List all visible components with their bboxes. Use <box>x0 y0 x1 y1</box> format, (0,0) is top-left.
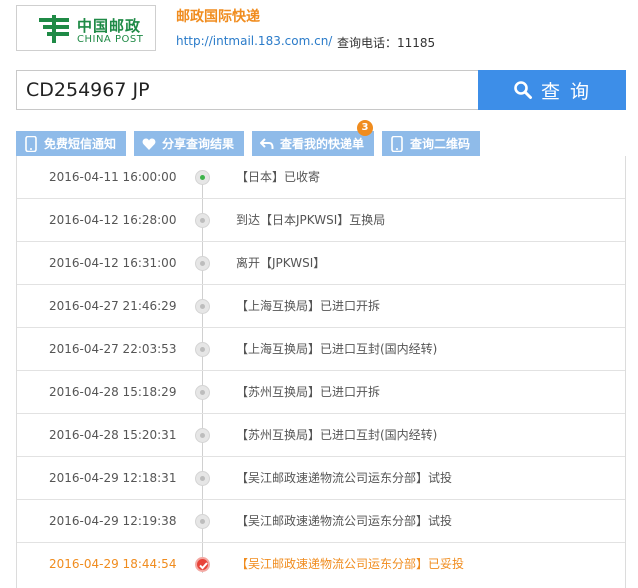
search-button-label: 查 询 <box>540 80 592 103</box>
hotline-text: 查询电话：11185 <box>337 36 436 50</box>
timeline-row: 2016-04-27 22:03:53 【上海互换局】已进口互封(国内经转) <box>17 328 625 371</box>
event-description: 【吴江邮政速递物流公司运东分部】试投 <box>236 471 453 485</box>
event-description: 到达【日本JPKWSI】互换局 <box>236 213 386 227</box>
timeline-row: 2016-04-29 12:18:31 【吴江邮政速递物流公司运东分部】试投 <box>17 457 625 500</box>
event-time: 2016-04-28 15:20:31 <box>49 428 177 442</box>
phone-icon <box>25 135 37 152</box>
status-dot-icon <box>195 213 210 228</box>
tracking-timeline: 2016-04-11 16:00:00 【日本】已收寄 2016-04-12 1… <box>16 156 626 588</box>
timeline-row-delivered: 2016-04-29 18:44:54 【吴江邮政速递物流公司运东分部】已妥投 <box>17 543 625 586</box>
shipment-count-badge: 3 <box>357 120 373 136</box>
event-description: 【苏州互换局】已进口开拆 <box>236 385 381 399</box>
status-dot-icon <box>195 256 210 271</box>
tab-qr-code[interactable]: 查询二维码 <box>382 131 480 156</box>
timeline-row: 2016-04-28 15:20:31 【苏州互换局】已进口互封(国内经转) <box>17 414 625 457</box>
event-time: 2016-04-27 22:03:53 <box>49 342 177 356</box>
status-dot-icon <box>195 428 210 443</box>
status-dot-icon <box>195 514 210 529</box>
site-url-link[interactable]: http://intmail.183.com.cn/ <box>176 34 332 48</box>
timeline-row: 2016-04-11 16:00:00 【日本】已收寄 <box>17 156 625 199</box>
tab-my-shipments[interactable]: 查看我的快递单 <box>252 131 374 156</box>
event-description: 【上海互换局】已进口开拆 <box>236 299 381 313</box>
status-dot-icon <box>195 170 210 185</box>
timeline-row: 2016-04-12 16:28:00 到达【日本JPKWSI】互换局 <box>17 199 625 242</box>
search-button[interactable]: 查 询 <box>478 70 626 110</box>
tab-label: 查询二维码 <box>410 137 471 151</box>
delivered-check-icon <box>195 557 210 572</box>
event-time: 2016-04-28 15:18:29 <box>49 385 177 399</box>
event-time: 2016-04-29 18:44:54 <box>49 557 177 571</box>
timeline-row: 2016-04-29 12:19:38 【吴江邮政速递物流公司运东分部】试投 <box>17 500 625 543</box>
status-dot-icon <box>195 299 210 314</box>
event-description: 【吴江邮政速递物流公司运东分部】已妥投 <box>236 557 465 571</box>
event-time: 2016-04-12 16:28:00 <box>49 213 177 227</box>
event-description: 【苏州互换局】已进口互封(国内经转) <box>236 428 438 442</box>
status-dot-icon <box>195 342 210 357</box>
event-time: 2016-04-29 12:18:31 <box>49 471 177 485</box>
tab-share-result[interactable]: 分享查询结果 <box>134 131 244 156</box>
tab-sms-notify[interactable]: 免费短信通知 <box>16 131 126 156</box>
event-description: 【日本】已收寄 <box>236 170 321 184</box>
event-time: 2016-04-11 16:00:00 <box>49 170 177 184</box>
tab-label: 分享查询结果 <box>162 137 235 151</box>
return-arrow-icon <box>260 137 274 149</box>
event-time: 2016-04-12 16:31:00 <box>49 256 177 270</box>
status-dot-icon <box>195 471 210 486</box>
status-dot-icon <box>195 385 210 400</box>
tab-label: 免费短信通知 <box>44 137 117 151</box>
timeline-row: 2016-04-27 21:46:29 【上海互换局】已进口开拆 <box>17 285 625 328</box>
search-icon <box>514 81 532 99</box>
heart-icon <box>142 138 156 150</box>
phone-icon <box>391 135 403 152</box>
china-post-logo[interactable]: 中国邮政 CHINA POST <box>16 5 156 51</box>
event-description: 【上海互换局】已进口互封(国内经转) <box>236 342 438 356</box>
event-time: 2016-04-29 12:19:38 <box>49 514 177 528</box>
service-title: 邮政国际快递 <box>176 9 260 25</box>
event-description: 【吴江邮政速递物流公司运东分部】试投 <box>236 514 453 528</box>
timeline-row: 2016-04-28 15:18:29 【苏州互换局】已进口开拆 <box>17 371 625 414</box>
logo-text-cn: 中国邮政 <box>77 17 142 35</box>
timeline-row: 2016-04-12 16:31:00 离开【JPKWSI】 <box>17 242 625 285</box>
china-post-emblem-icon <box>39 15 69 43</box>
logo-text-en: CHINA POST <box>77 34 144 45</box>
tab-label: 查看我的快递单 <box>280 137 365 151</box>
event-time: 2016-04-27 21:46:29 <box>49 299 177 313</box>
event-description: 离开【JPKWSI】 <box>236 256 326 270</box>
tracking-number-input[interactable]: CD254967 JP <box>16 70 478 110</box>
